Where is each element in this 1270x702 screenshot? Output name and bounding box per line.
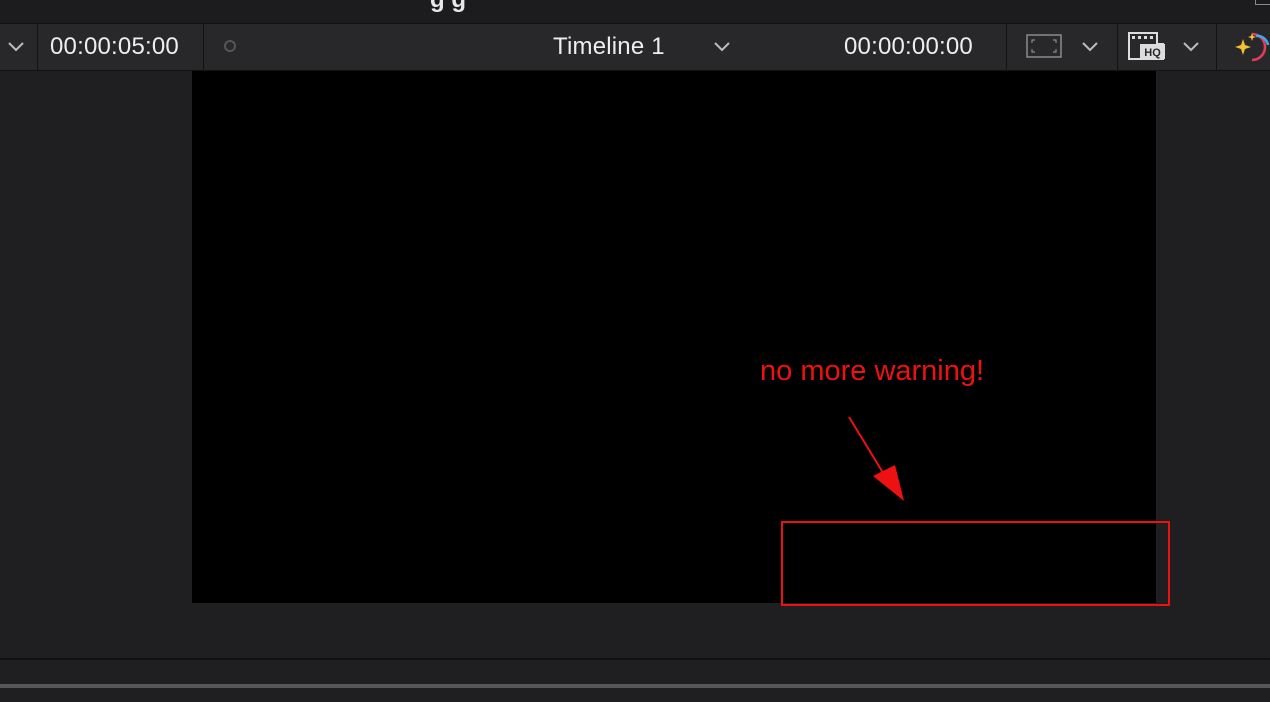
toolbar-separator: [203, 24, 204, 70]
scrollbar[interactable]: [0, 684, 1270, 688]
record-timecode[interactable]: 00:00:00:00: [844, 24, 973, 70]
window-title: g g: [430, 0, 466, 14]
chevron-down-icon[interactable]: [6, 24, 26, 70]
hq-chevron-down-icon[interactable]: [1181, 24, 1201, 70]
dot-icon: [224, 40, 236, 52]
timeline-name[interactable]: Timeline 1: [553, 24, 665, 70]
toolbar-separator: [1006, 24, 1007, 70]
annotation-highlight-box: [781, 521, 1170, 606]
svg-text:HQ: HQ: [1144, 47, 1161, 59]
hq-icon[interactable]: HQ: [1127, 31, 1167, 61]
frame-icon[interactable]: [1026, 34, 1062, 58]
frame-chevron-down-icon[interactable]: [1080, 24, 1100, 70]
toolbar-separator: [1216, 24, 1217, 70]
bottom-panel: [0, 660, 1270, 702]
title-bar: g g: [0, 0, 1270, 24]
effects-icon[interactable]: [1234, 31, 1270, 63]
annotation-arrow-icon: [840, 410, 920, 510]
toolbar-separator: [1117, 24, 1118, 70]
window-corner-control[interactable]: [1255, 0, 1270, 5]
toolbar-separator: [37, 24, 38, 70]
timeline-chevron-down-icon[interactable]: [712, 24, 732, 70]
source-timecode[interactable]: 00:00:05:00: [50, 24, 179, 70]
app-window: g g 00:00:05:00 Timeline 1 00:00:00:00: [0, 0, 1270, 702]
viewer-toolbar: 00:00:05:00 Timeline 1 00:00:00:00 HQ: [0, 24, 1270, 71]
annotation-text: no more warning!: [760, 355, 985, 387]
